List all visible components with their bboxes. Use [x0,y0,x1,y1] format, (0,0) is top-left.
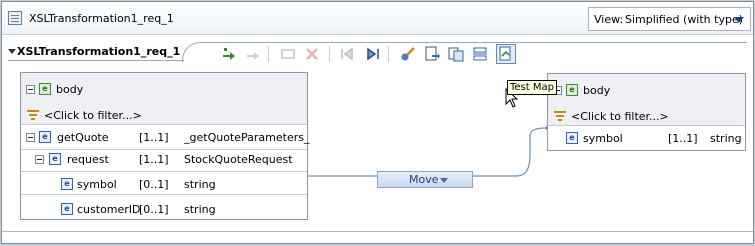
source-panel-header: e body <Click to filter...> [21,73,307,125]
body-element-icon: e [566,84,578,96]
xslt-icon[interactable] [424,46,440,62]
remove-mapping-icon[interactable] [245,46,261,62]
editor-tab-title[interactable]: XSLTransformation1_req_1 [29,12,174,25]
move-transform-label: Move [409,173,439,186]
view-selector[interactable]: View: Simplified (with type) [588,7,751,31]
collapse-toggle-icon[interactable] [26,133,35,142]
collapse-triangle-icon[interactable] [8,49,16,54]
target-filter[interactable]: <Click to filter...> [571,110,669,123]
target-panel: e body <Click to filter...> e symbol [1.… [547,73,746,151]
collapse-toggle-icon[interactable] [26,85,35,94]
table-row[interactable]: e getQuote [1..1] _getQuoteParameters_ [21,126,310,150]
field-type: _getQuoteParameters_ [184,131,310,144]
header-topline [216,42,747,43]
body-element-icon: e [39,83,51,95]
chevron-down-icon[interactable] [440,178,448,183]
field-cardinality: [0..1] [139,203,169,216]
element-icon: e [61,178,73,190]
mapping-header[interactable]: XSLTransformation1_req_1 [8,44,183,64]
table-row[interactable]: e symbol [0..1] string [21,171,307,195]
view-label: View: [594,13,624,26]
field-cardinality: [1..1] [139,131,169,144]
table-row[interactable]: e symbol [1..1] string [548,127,745,151]
field-cardinality: [1..1] [139,153,169,166]
chevron-down-icon[interactable] [734,17,744,23]
field-cardinality: [0..1] [139,178,169,191]
field-name: symbol [583,132,623,145]
mapping-header-label: XSLTransformation1_req_1 [17,45,181,58]
field-type: string [710,132,742,145]
editor-tab-bar: XSLTransformation1_req_1 View: Simplifie… [2,2,753,35]
split-icon[interactable] [472,46,488,62]
filter-icon [554,111,566,121]
field-type: string [184,178,216,191]
field-name: request [67,153,109,166]
copy-icon[interactable] [448,46,464,62]
header-curve [182,42,218,62]
field-type: StockQuoteRequest [184,153,293,166]
header-underline [8,60,184,61]
target-panel-header: e body <Click to filter...> [548,74,745,126]
new-transform-icon[interactable] [280,46,296,62]
field-name: customerID [77,203,141,216]
move-transform-button[interactable]: Move [377,171,473,188]
editor-window: XSLTransformation1_req_1 View: Simplifie… [1,1,754,244]
map-file-icon [8,11,22,25]
element-icon: e [566,132,578,144]
field-name: getQuote [57,131,109,144]
source-filter[interactable]: <Click to filter...> [44,109,142,122]
element-icon: e [61,203,73,215]
previous-icon[interactable] [340,46,356,62]
field-type: string [184,203,216,216]
auto-map-icon[interactable] [400,46,416,62]
filter-icon [27,110,39,120]
source-root-label[interactable]: body [56,83,83,96]
collapse-toggle-icon[interactable] [35,155,44,164]
editor-bottom-bar [2,231,753,243]
element-icon: e [39,131,51,143]
field-cardinality: [1..1] [668,132,698,145]
test-map-icon[interactable] [496,44,516,64]
delete-icon[interactable] [304,46,320,62]
toolbar-separator [388,46,389,62]
test-map-tooltip: Test Map [507,80,557,95]
field-name: symbol [77,178,117,191]
table-row[interactable]: e request [1..1] StockQuoteRequest [21,148,307,172]
table-row[interactable]: e customerID [0..1] string [21,196,307,220]
element-icon: e [49,153,61,165]
source-panel: e body <Click to filter...> e getQuote [… [20,72,310,220]
toolbar-separator [268,46,269,62]
toolbar-separator [329,46,330,62]
add-mapping-icon[interactable] [221,46,237,62]
view-value: Simplified (with type) [625,13,744,26]
next-icon[interactable] [364,46,380,62]
target-root-label[interactable]: body [583,84,610,97]
